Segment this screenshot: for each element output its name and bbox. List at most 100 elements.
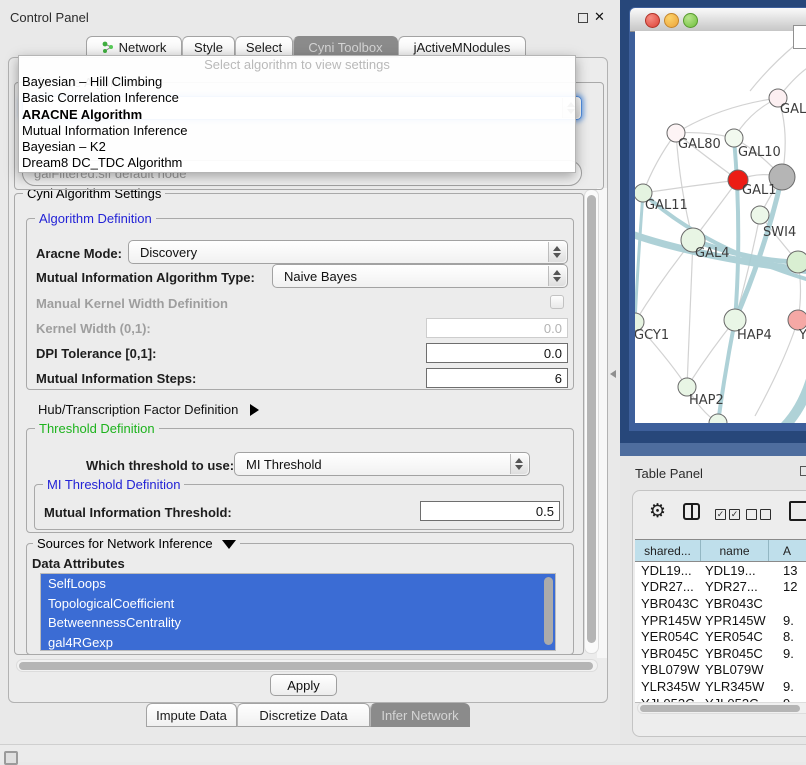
desktop-band: [620, 443, 806, 456]
table-header-row: shared... name A: [635, 540, 806, 562]
node[interactable]: [787, 251, 806, 273]
column-header[interactable]: shared...: [635, 540, 701, 561]
dpi-tolerance-label: DPI Tolerance [0,1]:: [36, 346, 156, 361]
table-row[interactable]: YBR043C YBR043C: [635, 595, 806, 612]
settings-horizontal-scrollbar[interactable]: [16, 659, 598, 672]
scrollbar-thumb[interactable]: [19, 662, 593, 670]
which-threshold-label: Which threshold to use:: [86, 458, 234, 473]
dropdown-placeholder: Select algorithm to view settings: [19, 56, 575, 74]
node-label: SWI4: [763, 225, 796, 240]
dpi-tolerance-field[interactable]: 0.0: [426, 343, 568, 363]
list-item[interactable]: TopologicalCoefficient: [41, 594, 555, 614]
expander-down-icon[interactable]: [222, 540, 236, 549]
node[interactable]: [788, 310, 806, 330]
list-scrollbar[interactable]: [544, 577, 553, 645]
combo-stepper: [510, 454, 528, 474]
node-label: GAL1: [742, 183, 776, 198]
minimize-traffic-light[interactable]: [664, 13, 679, 28]
algorithm-dropdown-popup: Select algorithm to view settings Bayesi…: [18, 55, 576, 173]
column-header[interactable]: name: [701, 540, 769, 561]
combo-stepper: [548, 242, 566, 262]
split-columns-icon[interactable]: [683, 503, 700, 520]
float-icon[interactable]: [578, 13, 588, 23]
mi-type-combo[interactable]: Naive Bayes: [272, 264, 568, 288]
close-traffic-light[interactable]: [645, 13, 660, 28]
column-header[interactable]: A: [769, 540, 806, 561]
network-icon: [102, 41, 114, 53]
table-panel: ⚙ ✓✓ shared... name A YDL19... YDL19... …: [632, 490, 806, 737]
node-label: HAP4: [737, 328, 772, 343]
network-canvas[interactable]: GAL GAL80 GAL10 GAL1 GAL11 SWI4 GAL4 GCY…: [635, 31, 806, 423]
list-item[interactable]: gal4RGexp: [41, 633, 555, 652]
network-window: GAL GAL80 GAL10 GAL1 GAL11 SWI4 GAL4 GCY…: [629, 7, 806, 431]
bottom-strip: [0, 745, 806, 762]
table-row[interactable]: YBR045C YBR045C 9.: [635, 645, 806, 662]
mi-steps-field[interactable]: 6: [426, 368, 568, 388]
table-panel-title: Table Panel: [635, 466, 703, 481]
panel-splitter-handle[interactable]: [610, 370, 616, 378]
settings-vertical-scrollbar[interactable]: [584, 189, 599, 654]
close-icon[interactable]: ✕: [594, 9, 605, 25]
node-label: GAL: [780, 102, 806, 117]
gear-icon[interactable]: ⚙: [649, 501, 666, 523]
manual-kernel-checkbox[interactable]: [550, 295, 564, 309]
zoom-traffic-light[interactable]: [683, 13, 698, 28]
table-toolbar: ⚙ ✓✓: [633, 499, 806, 529]
dropdown-item[interactable]: Basic Correlation Inference: [19, 90, 575, 106]
tab-discretize-data[interactable]: Discretize Data: [237, 703, 370, 727]
node-label: GAL10: [738, 145, 781, 160]
node[interactable]: [751, 206, 769, 224]
mi-steps-label: Mutual Information Steps:: [36, 371, 196, 386]
scrollbar-thumb[interactable]: [640, 705, 800, 712]
table-row[interactable]: YBL079W YBL079W: [635, 662, 806, 679]
mi-threshold-field[interactable]: 0.5: [420, 501, 560, 521]
document-icon[interactable]: [789, 501, 806, 521]
dropdown-item[interactable]: Bayesian – Hill Climbing: [19, 74, 575, 90]
aracne-mode-label: Aracne Mode:: [36, 246, 122, 261]
table-row[interactable]: YDL19... YDL19... 13: [635, 562, 806, 579]
node-label: GAL11: [645, 198, 688, 213]
dropdown-item[interactable]: Mutual Information Inference: [19, 123, 575, 139]
kernel-width-label: Kernel Width (0,1):: [36, 321, 151, 336]
dropdown-item[interactable]: Dream8 DC_TDC Algorithm: [19, 155, 575, 171]
mi-threshold-label: Mutual Information Threshold:: [44, 505, 232, 520]
kernel-width-field[interactable]: 0.0: [426, 318, 568, 338]
bottom-grip-handle[interactable]: [4, 751, 18, 765]
control-panel-titlebar: Control Panel ✕: [0, 6, 620, 30]
tab-infer-network[interactable]: Infer Network: [370, 703, 470, 727]
scrollbar-thumb[interactable]: [587, 195, 596, 643]
node-table: shared... name A YDL19... YDL19... 13 YD…: [635, 539, 806, 703]
apply-button[interactable]: Apply: [270, 674, 337, 696]
cutoff-overlay-box: [793, 25, 806, 49]
data-attributes-label: Data Attributes: [32, 556, 125, 571]
list-item[interactable]: BetweennessCentrality: [41, 613, 555, 633]
dropdown-item[interactable]: Bayesian – K2: [19, 139, 575, 155]
tab-label: Network: [119, 40, 167, 55]
table-row[interactable]: YER054C YER054C 8.: [635, 628, 806, 645]
hub-expander[interactable]: Hub/Transcription Factor Definition: [38, 402, 259, 417]
node-label: GAL4: [695, 246, 729, 261]
node-label: GAL80: [678, 137, 721, 152]
which-threshold-combo[interactable]: MI Threshold: [234, 452, 530, 476]
aracne-mode-combo[interactable]: Discovery: [128, 240, 568, 264]
tab-impute-data[interactable]: Impute Data: [146, 703, 237, 727]
expander-right-icon: [250, 404, 259, 416]
cyni-bottom-tabs: Impute Data Discretize Data Infer Networ…: [146, 703, 470, 727]
dropdown-item[interactable]: ARACNE Algorithm: [19, 107, 575, 123]
data-attributes-list: SelfLoops TopologicalCoefficient Between…: [40, 573, 556, 651]
select-all-checks-icon[interactable]: ✓✓: [715, 506, 743, 524]
network-window-titlebar[interactable]: [630, 8, 806, 32]
table-row[interactable]: YPR145W YPR145W 9.: [635, 612, 806, 629]
node-label: GCY1: [635, 328, 669, 343]
node-label: Y: [799, 328, 806, 343]
list-item[interactable]: SelfLoops: [41, 574, 555, 594]
table-row[interactable]: YLR345W YLR345W 9.: [635, 678, 806, 695]
table-row[interactable]: YDR27... YDR27... 12: [635, 579, 806, 596]
panel-title: Control Panel: [10, 10, 89, 25]
combo-stepper: [548, 266, 566, 286]
node[interactable]: [709, 414, 727, 423]
table-horizontal-scrollbar[interactable]: [637, 702, 806, 714]
deselect-all-checks-icon[interactable]: [746, 506, 774, 524]
node-label: HAP2: [689, 393, 724, 408]
table-panel-float-icon[interactable]: [800, 466, 806, 476]
